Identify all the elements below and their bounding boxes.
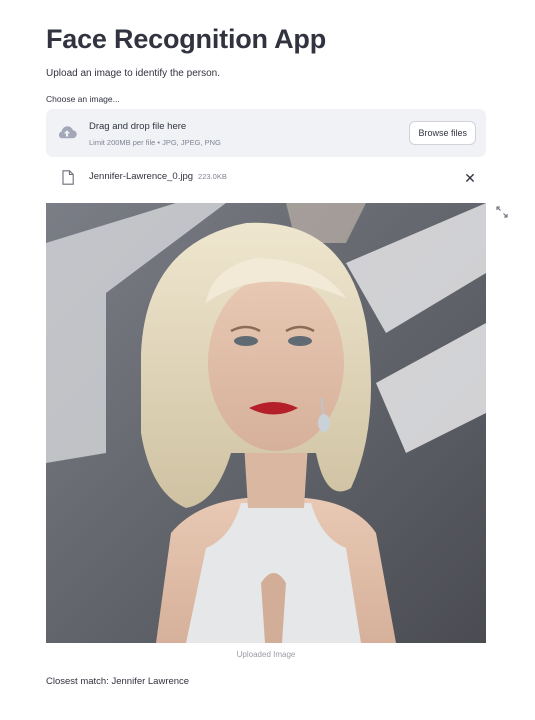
close-icon: ✕: [464, 170, 476, 186]
file-dropzone[interactable]: Drag and drop file here Limit 200MB per …: [46, 109, 486, 157]
browse-files-button[interactable]: Browse files: [409, 121, 476, 145]
dropzone-instructions: Drag and drop file here: [89, 121, 187, 132]
prediction-result: Closest match: Jennifer Lawrence: [46, 676, 190, 687]
file-icon: [62, 170, 74, 185]
cloud-upload-icon: [58, 126, 77, 139]
portrait-photo: [46, 203, 486, 643]
uploaded-file-row: Jennifer-Lawrence_0.jpg 223.0KB ✕: [46, 168, 486, 188]
page-subtitle: Upload an image to identify the person.: [46, 68, 220, 79]
remove-file-button[interactable]: ✕: [462, 170, 478, 186]
image-caption: Uploaded Image: [236, 650, 296, 659]
dropzone-limit-text: Limit 200MB per file • JPG, JPEG, PNG: [89, 138, 221, 147]
uploaded-file-name: Jennifer-Lawrence_0.jpg: [89, 171, 194, 182]
uploaded-file-size: 223.0KB: [198, 172, 227, 181]
uploaded-file-info: Jennifer-Lawrence_0.jpg 223.0KB: [89, 171, 227, 182]
fullscreen-icon[interactable]: [496, 206, 508, 218]
page-title: Face Recognition App: [46, 24, 327, 54]
uploaded-image: [46, 203, 486, 643]
uploader-label: Choose an image...: [46, 94, 120, 104]
